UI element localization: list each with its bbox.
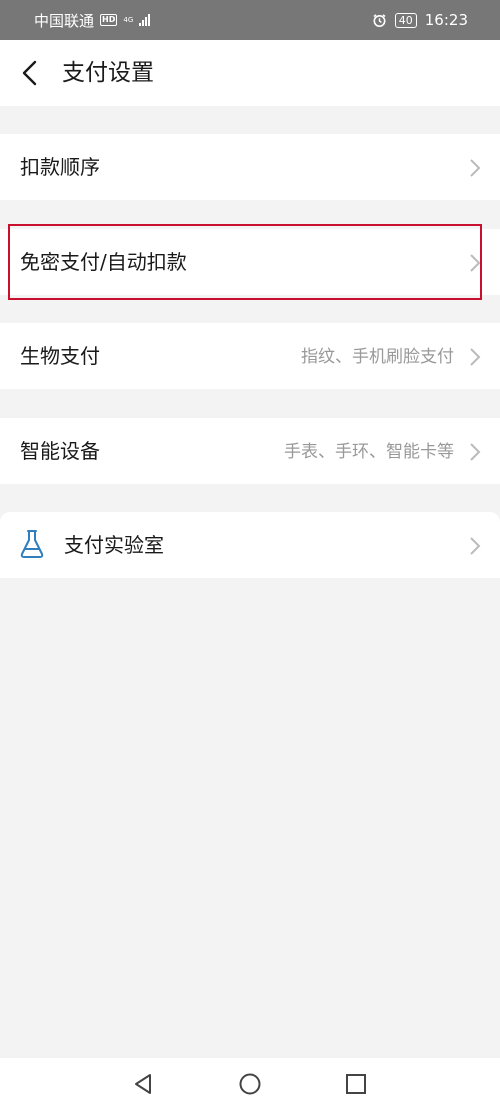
status-bar: 中国联通 HD 4G 40 16:23	[0, 0, 500, 40]
hd-badge: HD	[100, 14, 118, 26]
chevron-right-icon	[469, 536, 481, 556]
square-recent-icon[interactable]	[344, 1072, 368, 1096]
clock-time: 16:23	[424, 11, 468, 29]
page-title: 支付设置	[62, 60, 154, 86]
chevron-right-icon	[469, 158, 481, 178]
row-label: 支付实验室	[64, 533, 164, 557]
chevron-right-icon	[469, 347, 481, 367]
battery-indicator: 40	[394, 12, 417, 28]
chevron-right-icon	[469, 253, 481, 273]
signal-icon	[139, 14, 151, 26]
triangle-back-icon[interactable]	[131, 1072, 155, 1096]
circle-home-icon[interactable]	[238, 1072, 262, 1096]
flask-icon	[19, 529, 45, 559]
row-label: 免密支付/自动扣款	[20, 250, 187, 274]
alarm-icon	[372, 13, 387, 28]
row-value: 指纹、手机刷脸支付	[301, 347, 454, 367]
status-left: 中国联通 HD 4G	[34, 10, 151, 31]
status-right: 40 16:23	[372, 11, 468, 29]
settings-row-password-free-payment[interactable]: 免密支付/自动扣款	[0, 229, 500, 295]
network-type: 4G	[123, 15, 134, 24]
row-label: 生物支付	[20, 344, 100, 368]
chevron-right-icon	[469, 442, 481, 462]
page-header: 支付设置	[0, 40, 500, 106]
back-arrow-icon[interactable]	[20, 60, 42, 86]
system-nav-bar	[0, 1058, 500, 1111]
carrier-name: 中国联通	[34, 11, 95, 30]
row-label: 扣款顺序	[20, 155, 100, 179]
settings-row-biometric-payment[interactable]: 生物支付 指纹、手机刷脸支付	[0, 323, 500, 389]
settings-row-smart-devices[interactable]: 智能设备 手表、手环、智能卡等	[0, 418, 500, 484]
settings-row-deduction-order[interactable]: 扣款顺序	[0, 134, 500, 200]
settings-row-payment-lab[interactable]: 支付实验室	[0, 512, 500, 578]
row-label: 智能设备	[20, 439, 100, 463]
row-value: 手表、手环、智能卡等	[284, 442, 454, 462]
